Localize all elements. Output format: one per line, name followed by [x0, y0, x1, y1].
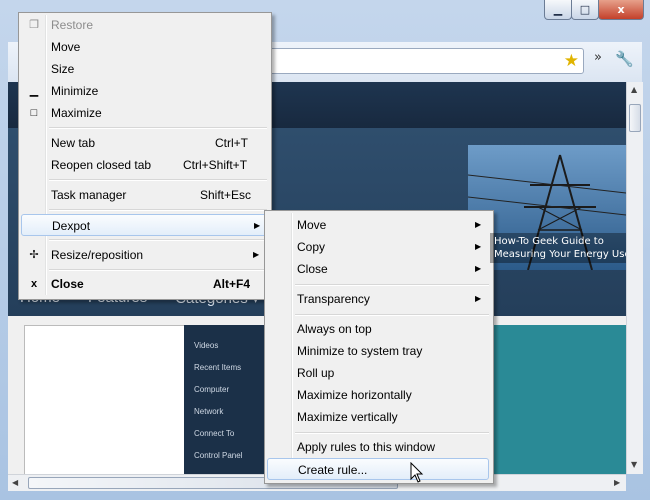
mouse-cursor-icon — [410, 462, 424, 483]
menu-item-label: Dexpot — [52, 219, 91, 233]
menu-separator — [49, 239, 267, 241]
close-window-button[interactable]: x — [598, 0, 644, 20]
dexpot-item-maximize-vertically[interactable]: Maximize vertically — [267, 406, 489, 428]
menu-item-label: Roll up — [297, 366, 335, 380]
menu-item-label: Resize/reposition — [51, 248, 144, 262]
dexpot-item-transparency[interactable]: Transparency ▶ — [267, 288, 489, 310]
scroll-left-icon[interactable]: ◀ — [12, 478, 18, 487]
menu-separator — [295, 432, 489, 434]
window-system-menu: ❐ Restore Move Size ▁ Minimize □ Maximiz… — [18, 12, 272, 300]
dexpot-item-maximize-horizontally[interactable]: Maximize horizontally — [267, 384, 489, 406]
menu-item-label: Copy — [297, 240, 326, 254]
maximize-icon: □ — [579, 3, 591, 16]
menu-item-new-tab[interactable]: New tab Ctrl+T — [21, 132, 267, 154]
menu-item-label: Reopen closed tab — [51, 158, 152, 172]
close-icon: x — [617, 3, 625, 16]
menu-separator — [295, 284, 489, 286]
menu-item-label: Close — [51, 277, 84, 291]
start-item: Recent Items — [194, 363, 242, 372]
menu-item-label: Maximize vertically — [297, 410, 398, 424]
extensions-overflow-button[interactable]: » — [594, 50, 602, 65]
menu-item-label: Maximize horizontally — [297, 388, 412, 402]
menu-item-reopen-closed-tab[interactable]: Reopen closed tab Ctrl+Shift+T — [21, 154, 267, 176]
menu-item-move[interactable]: Move — [21, 36, 267, 58]
maximize-window-button[interactable]: □ — [571, 0, 599, 20]
menu-separator — [49, 127, 267, 129]
menu-item-shortcut: Shift+Esc — [200, 188, 252, 202]
menu-item-label: Apply rules to this window — [297, 440, 436, 454]
scroll-down-icon[interactable]: ▼ — [631, 460, 637, 469]
menu-item-dexpot[interactable]: Dexpot ▶ — [21, 214, 267, 236]
dexpot-item-always-on-top[interactable]: Always on top — [267, 318, 489, 340]
menu-separator — [49, 179, 267, 181]
menu-item-label: Minimize to system tray — [297, 344, 423, 358]
scroll-up-icon[interactable]: ▲ — [631, 85, 637, 94]
submenu-arrow-icon: ▶ — [475, 264, 482, 273]
banner-caption: How-To Geek Guide to Measuring Your Ener… — [490, 233, 626, 263]
vertical-scrollbar[interactable]: ▲ ▼ — [626, 82, 643, 474]
menu-item-label: Task manager — [51, 188, 127, 202]
menu-item-label: Transparency — [297, 292, 370, 306]
menu-separator — [295, 314, 489, 316]
submenu-arrow-icon: ▶ — [254, 221, 261, 230]
menu-item-label: Move — [297, 218, 327, 232]
menu-item-label: Move — [51, 40, 81, 54]
article-image-left — [24, 325, 186, 474]
dexpot-item-copy[interactable]: Copy ▶ — [267, 236, 489, 258]
menu-item-label: Minimize — [51, 84, 99, 98]
address-bar[interactable]: ★ — [262, 48, 584, 74]
menu-item-task-manager[interactable]: Task manager Shift+Esc — [21, 184, 267, 206]
menu-item-restore[interactable]: ❐ Restore — [21, 14, 267, 36]
scroll-right-icon[interactable]: ▶ — [614, 478, 620, 487]
featured-article-image[interactable]: How-To Geek Guide to Measuring Your Ener… — [468, 145, 626, 270]
wrench-menu-icon[interactable]: 🔧 — [615, 50, 634, 68]
menu-item-minimize[interactable]: ▁ Minimize — [21, 80, 267, 102]
start-item: Videos — [194, 341, 219, 350]
start-item: Connect To — [194, 429, 235, 438]
menu-separator — [49, 209, 267, 211]
menu-item-label: Create rule... — [298, 463, 368, 477]
menu-item-label: New tab — [51, 136, 96, 150]
submenu-arrow-icon: ▶ — [475, 220, 482, 229]
dexpot-item-minimize-to-tray[interactable]: Minimize to system tray — [267, 340, 489, 362]
restore-icon: ❐ — [29, 19, 39, 31]
dexpot-item-move[interactable]: Move ▶ — [267, 214, 489, 236]
minimize-icon: ▁ — [29, 85, 39, 97]
menu-item-label: Size — [51, 62, 75, 76]
minimize-icon: ▁ — [553, 3, 563, 16]
submenu-arrow-icon: ▶ — [253, 250, 260, 259]
start-item: Computer — [194, 385, 230, 394]
menu-item-shortcut: Ctrl+T — [215, 136, 248, 150]
dexpot-item-apply-rules[interactable]: Apply rules to this window — [267, 436, 489, 458]
dexpot-item-roll-up[interactable]: Roll up — [267, 362, 489, 384]
move-arrows-icon: ✢ — [29, 249, 39, 261]
start-item: Network — [194, 407, 224, 416]
menu-item-resize-reposition[interactable]: ✢ Resize/reposition ▶ — [21, 244, 267, 266]
start-item: Control Panel — [194, 451, 243, 460]
menu-item-label: Close — [297, 262, 328, 276]
submenu-arrow-icon: ▶ — [475, 294, 482, 303]
dexpot-item-close[interactable]: Close ▶ — [267, 258, 489, 280]
menu-separator — [49, 269, 267, 271]
menu-item-label: Maximize — [51, 106, 102, 120]
menu-item-label: Restore — [51, 18, 94, 32]
bookmark-star-icon[interactable]: ★ — [564, 51, 579, 71]
vertical-scroll-thumb[interactable] — [629, 104, 641, 132]
menu-item-size[interactable]: Size — [21, 58, 267, 80]
article-image-right — [492, 325, 626, 474]
menu-item-shortcut: Alt+F4 — [213, 277, 251, 291]
start-menu-screenshot: Videos Recent Items Computer Network Con… — [184, 325, 268, 474]
menu-item-close[interactable]: x Close Alt+F4 — [21, 273, 267, 295]
menu-item-maximize[interactable]: □ Maximize — [21, 102, 267, 124]
maximize-icon: □ — [30, 107, 38, 119]
submenu-arrow-icon: ▶ — [475, 242, 482, 251]
dexpot-item-create-rule[interactable]: Create rule... — [267, 458, 489, 480]
dexpot-submenu: Move ▶ Copy ▶ Close ▶ Transparency ▶ Alw… — [264, 210, 494, 484]
menu-item-shortcut: Ctrl+Shift+T — [183, 158, 248, 172]
close-icon: x — [30, 278, 38, 290]
minimize-window-button[interactable]: ▁ — [544, 0, 572, 20]
menu-item-label: Always on top — [297, 322, 372, 336]
